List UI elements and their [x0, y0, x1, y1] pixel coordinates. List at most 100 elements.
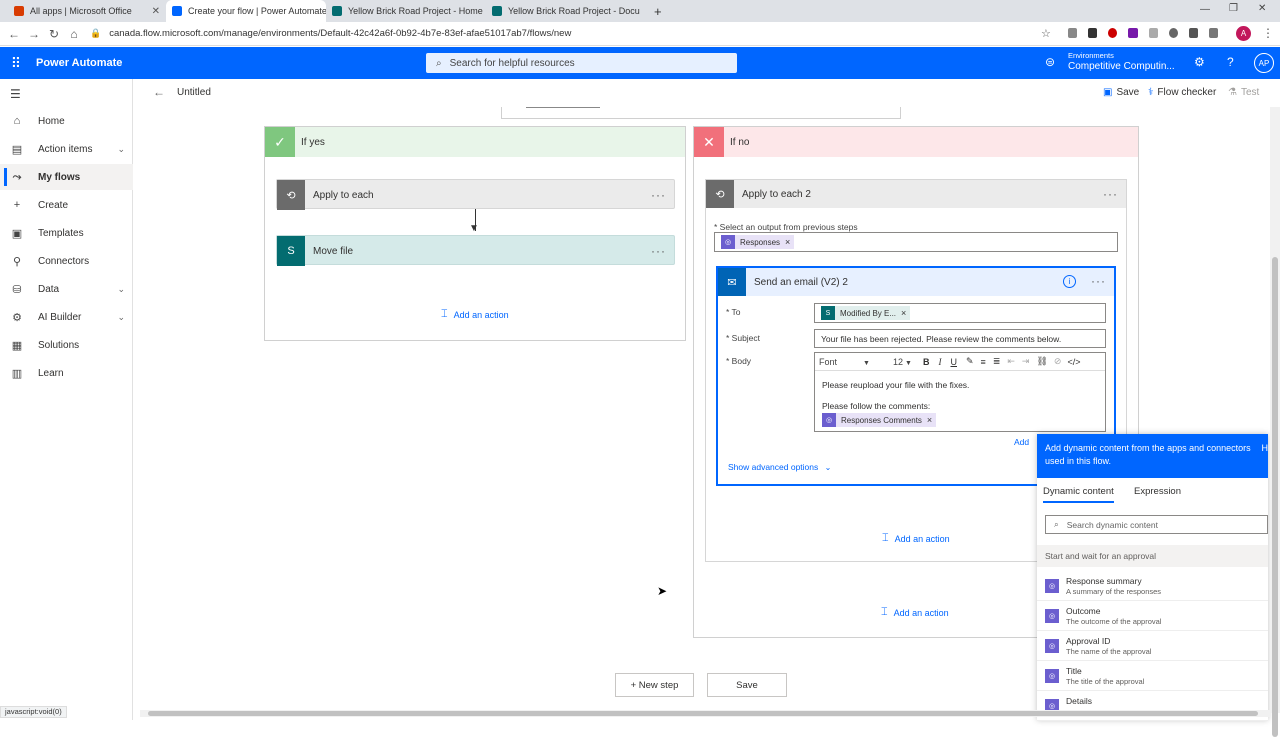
more-options-icon[interactable]: ···: [651, 244, 666, 258]
responses-token[interactable]: ◎ Responses ×: [721, 235, 795, 249]
window-close-icon[interactable]: ✕: [1258, 3, 1266, 14]
sidebar-item-ai-builder[interactable]: ⚙ AI Builder ⌄: [0, 304, 133, 330]
select-output-field[interactable]: ◎ Responses ×: [714, 232, 1118, 252]
move-file-card[interactable]: S Move file ···: [276, 235, 675, 266]
horizontal-scrollbar[interactable]: [140, 710, 1270, 717]
dynamic-content-item[interactable]: ◎ Approval ID The name of the approval: [1037, 631, 1268, 661]
numbered-list-icon[interactable]: ≣: [993, 356, 1001, 367]
user-avatar[interactable]: AP: [1254, 53, 1274, 73]
sidebar-item-my-flows[interactable]: ⤳ My flows: [0, 164, 133, 190]
decrease-indent-icon[interactable]: ⇤: [1007, 356, 1015, 367]
browser-tab[interactable]: Yellow Brick Road Project - Docu ✕: [486, 0, 644, 22]
home-icon[interactable]: ⌂: [64, 27, 84, 41]
add-an-action-link[interactable]: ⌶ Add an action: [882, 532, 950, 545]
extension-icon[interactable]: [1088, 28, 1098, 38]
increase-indent-icon[interactable]: ⇥: [1022, 356, 1030, 367]
bullet-list-icon[interactable]: ≡: [981, 357, 986, 367]
back-arrow-icon[interactable]: ←: [153, 85, 165, 99]
sidebar-item-learn[interactable]: ▥ Learn: [0, 360, 133, 386]
vertical-scrollbar[interactable]: [1270, 107, 1280, 737]
sidebar-item-templates[interactable]: ▣ Templates: [0, 220, 133, 246]
dynamic-content-item[interactable]: ◎ Title The title of the approval: [1037, 661, 1268, 691]
flow-checker-button[interactable]: ⚕ Flow checker: [1148, 87, 1216, 98]
hide-link[interactable]: H: [1262, 442, 1269, 455]
onenote-icon[interactable]: [1128, 28, 1138, 38]
show-advanced-options-link[interactable]: Show advanced options ⌄: [728, 462, 831, 472]
back-arrow-icon[interactable]: ←: [4, 27, 24, 41]
remove-token-icon[interactable]: ×: [785, 237, 790, 247]
puzzle-icon[interactable]: [1188, 28, 1198, 38]
forward-arrow-icon[interactable]: →: [24, 27, 44, 41]
tab-dynamic-content[interactable]: Dynamic content: [1043, 486, 1114, 503]
settings-gear-icon[interactable]: ⚙: [1194, 55, 1205, 69]
help-question-icon[interactable]: ?: [1227, 55, 1234, 69]
environment-picker[interactable]: Environments Competitive Computin...: [1068, 51, 1175, 73]
restore-icon[interactable]: ❐: [1229, 3, 1238, 14]
link-icon[interactable]: ⛓: [1036, 356, 1047, 367]
dynamic-content-item[interactable]: ◎ Outcome The outcome of the approval: [1037, 601, 1268, 631]
url-field[interactable]: canada.flow.microsoft.com/manage/environ…: [109, 28, 571, 39]
to-field[interactable]: S Modified By E... ×: [814, 303, 1106, 323]
browser-menu-icon[interactable]: ⋮: [1262, 26, 1274, 40]
search-dynamic-content-input[interactable]: ⌕ Search dynamic content: [1045, 515, 1268, 534]
modified-by-token[interactable]: S Modified By E... ×: [821, 306, 911, 320]
remove-token-icon[interactable]: ×: [927, 415, 932, 425]
add-dynamic-content-link[interactable]: Add: [1014, 437, 1029, 447]
code-view-icon[interactable]: </>: [1067, 357, 1080, 367]
scrollbar-thumb[interactable]: [148, 711, 1258, 716]
more-options-icon[interactable]: ···: [1103, 187, 1118, 201]
close-tab-icon[interactable]: ✕: [640, 6, 644, 17]
font-size-dropdown[interactable]: 12 ▼: [893, 357, 917, 367]
save-command-button[interactable]: ▣ Save: [1103, 87, 1139, 98]
highlight-icon[interactable]: ✎: [966, 356, 974, 367]
responses-comments-token[interactable]: ◎ Responses Comments ×: [822, 411, 940, 427]
sidebar-item-connectors[interactable]: ⚲ Connectors: [0, 248, 133, 274]
minimize-icon[interactable]: —: [1200, 4, 1210, 15]
scrollbar-thumb[interactable]: [1272, 257, 1278, 737]
chevron-down-icon[interactable]: ⌄: [117, 312, 125, 323]
new-tab-button[interactable]: +: [648, 0, 668, 22]
chevron-down-icon[interactable]: ⌄: [117, 144, 125, 155]
add-an-action-link[interactable]: ⌶ Add an action: [881, 606, 949, 619]
bold-icon[interactable]: B: [923, 357, 930, 367]
info-icon[interactable]: i: [1063, 275, 1076, 288]
playlist-icon[interactable]: [1208, 28, 1218, 38]
profile-avatar[interactable]: A: [1236, 26, 1251, 41]
sidebar-item-data[interactable]: ⛁ Data ⌄: [0, 276, 133, 302]
more-options-icon[interactable]: ···: [651, 188, 666, 202]
browser-tab[interactable]: All apps | Microsoft Office ✕: [8, 0, 166, 22]
card-header[interactable]: ⟲ Apply to each 2 ···: [706, 180, 1126, 208]
hamburger-menu-icon[interactable]: ☰: [10, 87, 21, 101]
sidebar-item-action-items[interactable]: ▤ Action items ⌄: [0, 136, 133, 162]
app-title[interactable]: Power Automate: [36, 57, 122, 69]
close-tab-icon[interactable]: ✕: [146, 6, 160, 17]
extension-icon[interactable]: [1068, 28, 1078, 38]
browser-tab-active[interactable]: Create your flow | Power Automate ✕: [166, 0, 326, 22]
sidebar-item-home[interactable]: ⌂ Home: [0, 108, 133, 134]
sidebar-item-create[interactable]: + Create: [0, 192, 133, 218]
remove-token-icon[interactable]: ×: [901, 308, 906, 318]
more-options-icon[interactable]: ···: [1091, 274, 1106, 288]
dynamic-content-item[interactable]: ◎ Response summary A summary of the respon…: [1037, 571, 1268, 601]
underline-icon[interactable]: U: [951, 357, 958, 367]
new-step-button[interactable]: + New step: [615, 673, 694, 697]
unlink-icon[interactable]: ⊘: [1054, 356, 1062, 367]
italic-icon[interactable]: I: [939, 357, 942, 367]
subject-field[interactable]: Your file has been rejected. Please revi…: [814, 329, 1106, 348]
save-button[interactable]: Save: [707, 673, 787, 697]
sidebar-item-solutions[interactable]: ▦ Solutions: [0, 332, 133, 358]
add-an-action-link[interactable]: ⌶ Add an action: [441, 308, 509, 321]
browser-tab[interactable]: Yellow Brick Road Project - Home ✕: [326, 0, 484, 22]
chevron-down-icon[interactable]: ⌄: [117, 284, 125, 295]
tab-expression[interactable]: Expression: [1134, 486, 1181, 497]
search-resources-input[interactable]: ⌕ Search for helpful resources: [426, 53, 737, 73]
flow-title[interactable]: Untitled: [177, 87, 211, 98]
extension-icon[interactable]: [1168, 28, 1178, 38]
app-launcher-waffle-icon[interactable]: ⠿: [0, 55, 32, 72]
apply-to-each-card[interactable]: ⟲ Apply to each ···: [276, 179, 675, 210]
card-header[interactable]: ✉ Send an email (V2) 2 i ···: [718, 268, 1114, 296]
font-dropdown[interactable]: Font ▼: [819, 357, 879, 367]
reload-icon[interactable]: ↻: [44, 27, 64, 41]
extension-icon[interactable]: [1148, 28, 1158, 38]
test-button[interactable]: ⚗ Test: [1228, 87, 1259, 98]
